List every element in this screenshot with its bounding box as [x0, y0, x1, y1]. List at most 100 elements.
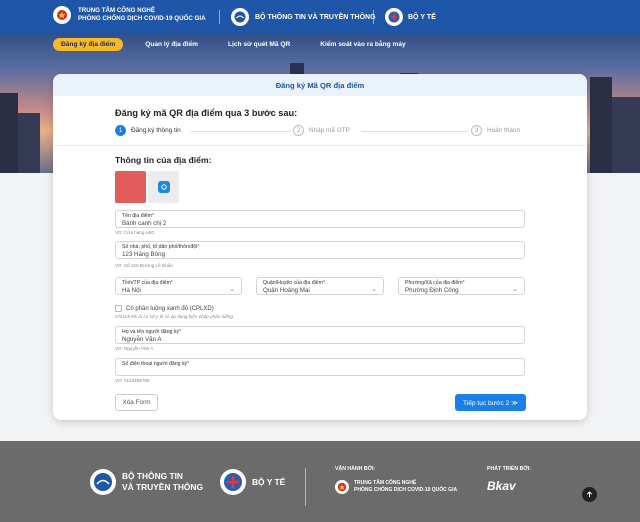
location-name-field[interactable]: Tên địa điểm* Bánh canh chị 2: [115, 210, 525, 228]
step-3-number: 3: [471, 125, 482, 136]
province-select[interactable]: Tỉnh/TP của địa điểm* Hà Nội ⌄: [115, 277, 242, 295]
footer-ministry2: BỘ Y TẾ: [252, 476, 286, 487]
district-value: Quận Hoàng Mai: [263, 287, 310, 294]
top-header: TRUNG TÂM CÔNG NGHỆ PHÒNG CHỐNG DỊCH COVI…: [0, 0, 640, 33]
step-1-label: Đăng ký thông tin: [131, 127, 181, 134]
step-2-label: Nhập mã OTP: [309, 127, 350, 134]
required-marker: *: [152, 213, 155, 219]
ministry-health-logo-icon: [220, 469, 246, 495]
district-select[interactable]: Quận/Huyện của địa điểm* Quận Hoàng Mai …: [256, 277, 384, 295]
chevron-down-icon: ⌄: [229, 286, 235, 293]
cplxd-hint: Chỉ tick khi là cơ sở y tế có áp dụng bi…: [115, 314, 233, 319]
required-marker: *: [197, 244, 200, 250]
operator-line2: PHÒNG CHỐNG DỊCH COVID-19 QUỐC GIA: [354, 487, 458, 493]
location-name-value: Bánh canh chị 2: [122, 220, 167, 227]
phone-label: Số điện thoại người đăng ký: [122, 361, 188, 367]
phone-hint: VD: 0123456789: [115, 378, 150, 383]
step-1-number: 1: [115, 125, 126, 136]
location-name-label: Tên địa điểm: [122, 213, 152, 219]
nav-item-register-location[interactable]: Đăng ký địa điểm: [53, 37, 124, 51]
ministry-ic-logo-icon: [90, 469, 116, 495]
required-marker: *: [179, 329, 182, 335]
footer: BỘ THÔNG TIN VÀ TRUYỀN THÔNG BỘ Y TẾ VẬN …: [0, 441, 640, 522]
camera-icon: [157, 181, 170, 193]
section-title: Thông tin của địa điểm:: [115, 155, 212, 165]
checkbox-box[interactable]: [115, 305, 122, 312]
location-image-thumbnail[interactable]: [115, 171, 146, 203]
form-heading: Đăng ký mã QR địa điểm qua 3 bước sau:: [115, 108, 298, 118]
cplxd-checkbox[interactable]: Có phần luồng xanh đỏ (CPLXD): [115, 305, 214, 312]
card-title: Đăng ký Mã QR địa điểm: [53, 74, 587, 96]
province-value: Hà Nội: [122, 287, 141, 294]
ward-value: Phường Định Công: [405, 287, 459, 294]
main-nav: Đăng ký địa điểm Quản lý địa điểm Lịch s…: [0, 33, 640, 55]
arrow-up-icon: [586, 491, 593, 497]
covid-center-logo-icon: [335, 480, 349, 494]
step-2-number: 2: [293, 125, 304, 136]
required-marker: *: [187, 361, 190, 367]
registration-card: Đăng ký Mã QR địa điểm Đăng ký mã QR địa…: [53, 74, 587, 420]
step-indicator: 1 Đăng ký thông tin 2 Nhập mã OTP 3 Hoàn…: [115, 125, 527, 139]
building: [0, 93, 18, 173]
upload-image-button[interactable]: [148, 171, 179, 203]
nav-item-entry-control[interactable]: Kiểm soát vào ra bằng máy: [312, 38, 413, 51]
required-marker: *: [462, 280, 465, 286]
ministry-ic-logo-icon: [231, 8, 249, 26]
required-marker: *: [170, 280, 173, 286]
ward-label: Phường/Xã của địa điểm: [405, 280, 463, 286]
brand-ministry-health[interactable]: BỘ Y TẾ: [385, 8, 436, 26]
divider: [373, 10, 374, 24]
step-3: 3 Hoàn thành: [471, 125, 520, 136]
step-3-label: Hoàn thành: [487, 127, 521, 134]
step-2: 2 Nhập mã OTP: [293, 125, 350, 136]
address-label: Số nhà, phố, tổ dân phố/thôn/đội: [122, 244, 198, 250]
building: [590, 77, 612, 173]
footer-ministry-ic[interactable]: BỘ THÔNG TIN VÀ TRUYỀN THÔNG: [90, 469, 203, 495]
address-hint: VD: Số 125 Đường Lê Duẩn: [115, 263, 173, 268]
nav-item-manage-locations[interactable]: Quản lý địa điểm: [137, 38, 206, 51]
step-connector: [191, 131, 291, 132]
manager-name-value: Nguyễn Văn A: [122, 336, 162, 343]
footer-ministry1-line1: BỘ THÔNG TIN: [122, 471, 183, 481]
divider: [219, 10, 220, 24]
location-name-hint: VD: Cửa hàng ABC: [115, 230, 155, 235]
operated-by-label: VẬN HÀNH BỞI:: [335, 466, 376, 472]
continue-step-2-button[interactable]: Tiếp tục bước 2 ≫: [455, 394, 526, 411]
developed-by-label: PHÁT TRIỂN BỞI:: [487, 466, 531, 472]
brand-covid-center[interactable]: TRUNG TÂM CÔNG NGHỆ PHÒNG CHỐNG DỊCH COVI…: [53, 6, 206, 24]
clear-form-button[interactable]: Xóa Form: [115, 394, 158, 411]
operator-line1: TRUNG TÂM CÔNG NGHỆ: [354, 480, 417, 486]
nav-item-qr-scan-history[interactable]: Lịch sử quét Mã QR: [220, 38, 298, 51]
footer-ministry1-line2: VÀ TRUYỀN THÔNG: [122, 482, 203, 492]
footer-ministry-health[interactable]: BỘ Y TẾ: [220, 469, 285, 495]
brand2-label: BỘ THÔNG TIN VÀ TRUYỀN THÔNG: [255, 13, 376, 21]
address-field[interactable]: Số nhà, phố, tổ dân phố/thôn/đội* 123 Hà…: [115, 241, 525, 259]
cplxd-label: Có phần luồng xanh đỏ (CPLXD): [126, 305, 214, 312]
covid-center-logo-icon: [53, 6, 71, 24]
chevron-down-icon: ⌄: [512, 286, 518, 293]
ward-select[interactable]: Phường/Xã của địa điểm* Phường Định Công…: [398, 277, 525, 295]
brand1-line2: PHÒNG CHỐNG DỊCH COVID-19 QUỐC GIA: [78, 15, 206, 22]
district-label: Quận/Huyện của địa điểm: [263, 280, 323, 286]
building: [18, 113, 40, 173]
phone-field[interactable]: Số điện thoại người đăng ký*: [115, 358, 525, 376]
manager-name-label: Họ và tên người đăng ký: [122, 329, 180, 335]
province-label: Tỉnh/TP của địa điểm: [122, 280, 171, 286]
brand1-line1: TRUNG TÂM CÔNG NGHỆ: [78, 7, 155, 14]
building: [612, 97, 640, 173]
manager-name-hint: VD: Nguyễn Văn A: [115, 346, 154, 351]
divider: [53, 145, 587, 146]
ministry-health-logo-icon: [385, 8, 403, 26]
manager-name-field[interactable]: Họ và tên người đăng ký* Nguyễn Văn A: [115, 326, 525, 344]
footer-operator[interactable]: TRUNG TÂM CÔNG NGHỆ PHÒNG CHỐNG DỊCH COVI…: [335, 480, 457, 494]
required-marker: *: [322, 280, 326, 286]
scroll-to-top-button[interactable]: [582, 487, 597, 502]
chevron-down-icon: ⌄: [371, 286, 377, 293]
brand3-label: BỘ Y TẾ: [408, 13, 436, 21]
divider: [305, 468, 306, 506]
address-value: 123 Hàng Bông: [122, 251, 166, 258]
bkav-logo[interactable]: Bkav: [487, 479, 516, 493]
brand-ministry-ic[interactable]: BỘ THÔNG TIN VÀ TRUYỀN THÔNG: [231, 8, 376, 26]
step-1: 1 Đăng ký thông tin: [115, 125, 181, 136]
step-connector: [361, 131, 469, 132]
